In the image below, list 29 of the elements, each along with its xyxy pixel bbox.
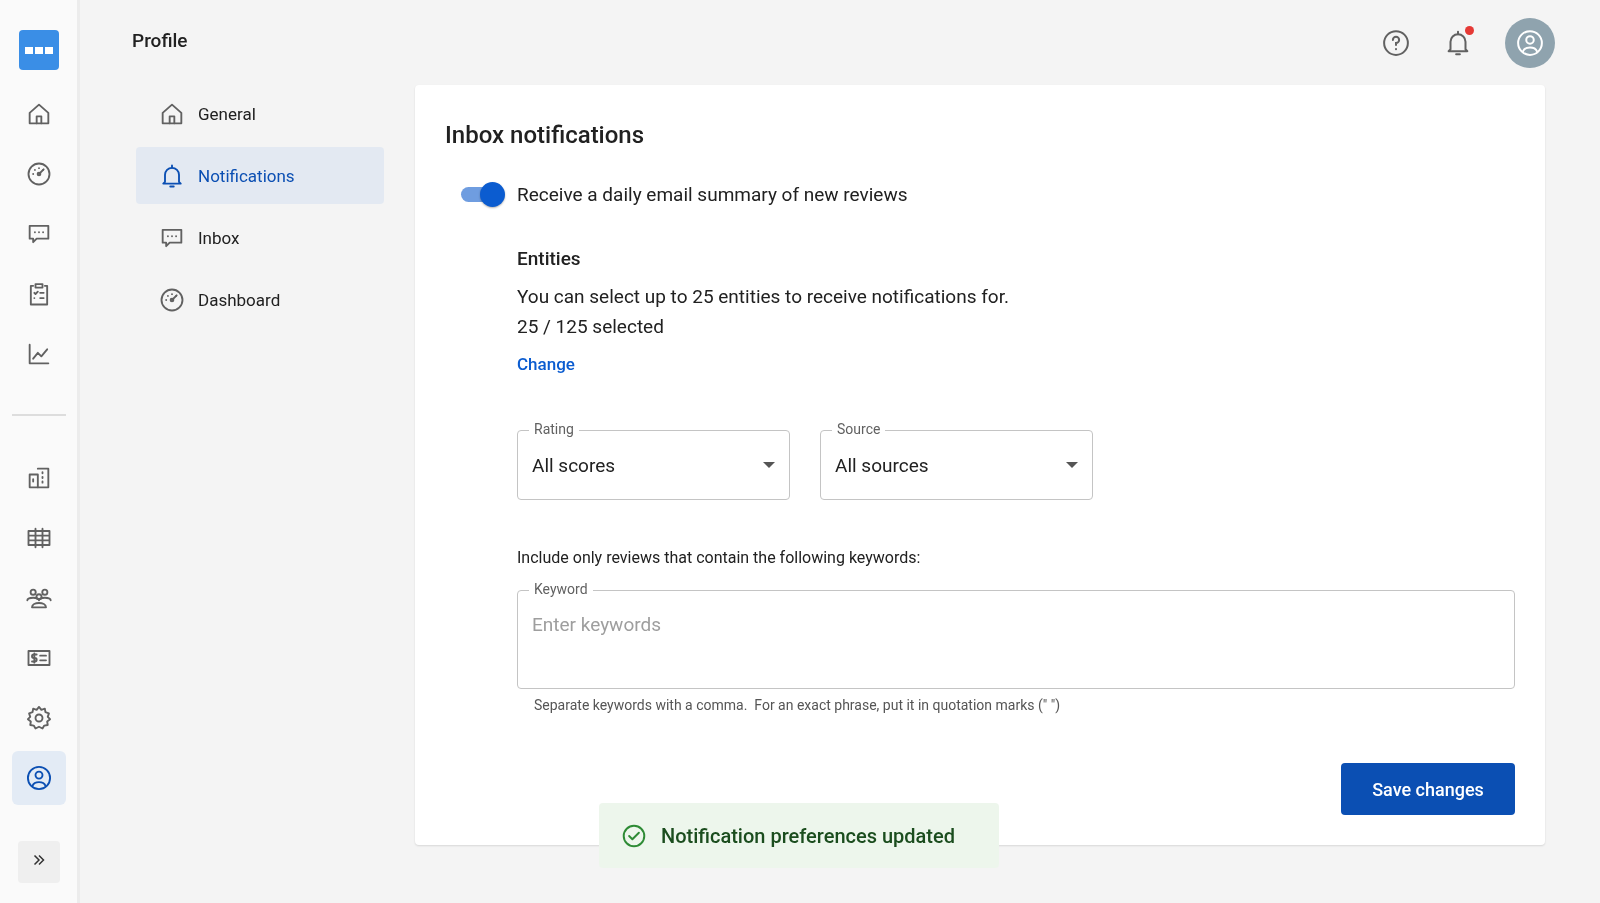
expand-button[interactable] [17,841,60,883]
toggle-label: Receive a daily email summary of new reviews [517,182,908,206]
settings-nav-item[interactable]: Notifications [136,147,384,204]
settings-nav-item[interactable]: Inbox [136,209,384,266]
nav-user-button[interactable] [11,751,66,805]
card-title: Inbox notifications [445,121,646,149]
change-link[interactable]: Change [517,354,575,374]
help-icon [1381,27,1411,58]
user-icon [24,764,53,792]
selected-count: 25 / 125 selected [517,314,665,340]
settings-nav-item[interactable]: General [136,85,384,142]
help-button[interactable] [1381,27,1411,58]
toast-message: Notification preferences updated [661,823,955,848]
gear-icon [24,704,53,732]
save-button[interactable]: Save changes [1341,763,1515,815]
caret-icon [1066,462,1078,468]
keywords-prompt: Include only reviews that contain the following keywords: [517,548,922,567]
entities-heading: Entities [517,247,582,270]
field-label: Keyword [529,580,593,598]
avatar-button[interactable] [1505,17,1555,68]
helper-text: Separate keywords with a comma. For an exact phrase, put it in quotation marks (" ") [534,697,1062,713]
caret-icon [763,462,775,468]
check-circle-icon [621,822,647,849]
user-icon [1515,27,1545,58]
app-logo-icon [18,30,59,70]
page-title: Profile [132,29,188,52]
entities-description: You can select up to 25 entities to receive notifications for. [517,284,1010,310]
settings-nav-item[interactable]: Dashboard [136,271,384,328]
email-summary-toggle[interactable] [459,181,505,207]
